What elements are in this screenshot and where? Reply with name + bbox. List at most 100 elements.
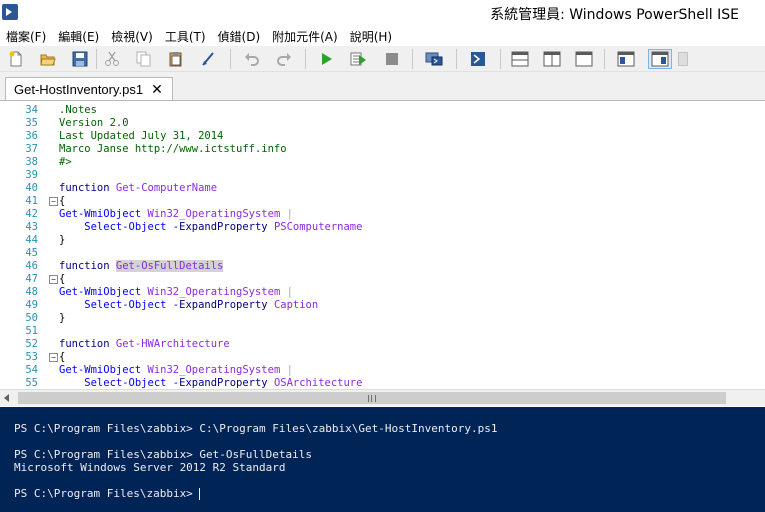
code-line[interactable]: 54 Get-WmiObject Win32_OperatingSystem |	[0, 364, 765, 377]
collapse-icon[interactable]: −	[49, 197, 58, 206]
menu-addons[interactable]: 附加元件(A)	[266, 28, 344, 45]
redo-icon[interactable]	[274, 49, 294, 69]
line-number: 38	[25, 156, 38, 168]
window-title: 系統管理員: Windows PowerShell ISE	[490, 7, 739, 23]
show-command-addon-icon[interactable]	[648, 49, 672, 69]
line-number: 48	[25, 286, 38, 298]
tab-strip: Get-HostInventory.ps1 ✕	[0, 72, 765, 101]
code-text: Get-WmiObject Win32_OperatingSystem |	[59, 208, 293, 221]
code-token: Marco Janse http://www.ictstuff.info	[59, 143, 287, 155]
line-number: 41	[25, 195, 38, 207]
clear-console-icon[interactable]	[198, 49, 218, 69]
code-line[interactable]: 34 .Notes	[0, 104, 765, 117]
code-line[interactable]: 52 function Get-HWArchitecture	[0, 338, 765, 351]
code-line[interactable]: 38 #>	[0, 156, 765, 169]
code-text: .Notes	[59, 104, 97, 117]
powershell-icon[interactable]	[2, 4, 18, 20]
code-text: {	[59, 351, 65, 364]
tab-get-hostinventory[interactable]: Get-HostInventory.ps1 ✕	[5, 77, 173, 101]
horizontal-scrollbar[interactable]	[0, 389, 765, 406]
stop-icon[interactable]	[382, 49, 402, 69]
scroll-left-icon[interactable]	[4, 394, 9, 402]
code-text: Version 2.0	[59, 117, 129, 130]
collapse-icon[interactable]: −	[49, 353, 58, 362]
code-token: Win32_OperatingSystem	[147, 208, 281, 220]
show-script-pane-top-icon[interactable]	[510, 49, 530, 69]
cut-icon[interactable]	[102, 49, 122, 69]
console-line: PS C:\Program Files\zabbix> Get-OsFullDe…	[14, 448, 313, 461]
line-number: 47	[25, 273, 38, 285]
code-line[interactable]: 43 Select-Object -ExpandProperty PSCompu…	[0, 221, 765, 234]
code-token: {	[59, 195, 66, 207]
open-icon[interactable]	[38, 49, 58, 69]
remote-powershell-icon[interactable]	[424, 49, 444, 69]
code-line[interactable]: 35 Version 2.0	[0, 117, 765, 130]
code-token: Get-ComputerName	[115, 182, 218, 194]
code-line[interactable]: 47 −{	[0, 273, 765, 286]
line-number: 54	[25, 364, 38, 376]
run-icon[interactable]	[316, 49, 336, 69]
code-line[interactable]: 37 Marco Janse http://www.ictstuff.info	[0, 143, 765, 156]
code-line[interactable]: 44}	[0, 234, 765, 247]
code-text: }	[59, 234, 65, 247]
code-line[interactable]: 48 Get-WmiObject Win32_OperatingSystem |	[0, 286, 765, 299]
code-token: Select-Object	[59, 377, 173, 389]
code-text: Last Updated July 31, 2014	[59, 130, 223, 143]
run-selection-icon[interactable]	[348, 49, 368, 69]
code-line[interactable]: 51	[0, 325, 765, 338]
code-token: Last Updated July 31, 2014	[59, 130, 224, 142]
tab-label: Get-HostInventory.ps1	[14, 82, 144, 97]
menu-debug[interactable]: 偵錯(D)	[212, 28, 267, 45]
code-line[interactable]: 53 −{	[0, 351, 765, 364]
code-line[interactable]: 42 Get-WmiObject Win32_OperatingSystem |	[0, 208, 765, 221]
close-icon[interactable]: ✕	[151, 83, 163, 97]
paste-icon[interactable]	[166, 49, 186, 69]
show-script-pane-right-icon[interactable]	[542, 49, 562, 69]
line-number: 42	[25, 208, 38, 220]
code-line[interactable]: 46 function Get-OsFullDetails	[0, 260, 765, 273]
line-number: 34	[25, 104, 38, 116]
code-token: #>	[59, 156, 72, 168]
code-token: Version 2.0	[59, 117, 129, 129]
code-token: Get-WmiObject	[59, 208, 148, 220]
console-line: PS C:\Program Files\zabbix> C:\Program F…	[14, 422, 498, 435]
code-line[interactable]: 50}	[0, 312, 765, 325]
code-token: }	[59, 312, 66, 324]
code-text: Select-Object -ExpandProperty PSComputer…	[59, 221, 362, 234]
code-token: Caption	[273, 299, 319, 311]
new-icon[interactable]	[6, 49, 26, 69]
save-icon[interactable]	[70, 49, 90, 69]
code-token: Get-HWArchitecture	[115, 338, 230, 350]
script-editor[interactable]: 34 .Notes 35 Version 2.0 36 Last Updated July…	[0, 100, 765, 390]
title-bar: 系統管理員: Windows PowerShell ISE	[0, 0, 765, 26]
show-command-window-icon[interactable]	[616, 49, 636, 69]
show-script-pane-maximized-icon[interactable]	[574, 49, 594, 69]
menu-edit[interactable]: 編輯(E)	[52, 28, 105, 45]
menu-help[interactable]: 說明(H)	[344, 28, 398, 45]
toolbar-overflow[interactable]	[678, 52, 688, 66]
code-line[interactable]: 41 −{	[0, 195, 765, 208]
code-line[interactable]: 45	[0, 247, 765, 260]
code-line[interactable]: 36 Last Updated July 31, 2014	[0, 130, 765, 143]
menu-view[interactable]: 檢視(V)	[105, 28, 159, 45]
console-pane[interactable]: PS C:\Program Files\zabbix> C:\Program F…	[0, 407, 765, 512]
menu-tools[interactable]: 工具(T)	[159, 28, 212, 45]
copy-icon[interactable]	[134, 49, 154, 69]
code-line[interactable]: 40 function Get-ComputerName	[0, 182, 765, 195]
line-number: 53	[25, 351, 38, 363]
code-text: function Get-OsFullDetails	[59, 260, 224, 273]
code-line[interactable]: 39	[0, 169, 765, 182]
console-line: PS C:\Program Files\zabbix>	[14, 487, 201, 500]
code-token: .Notes	[59, 104, 97, 116]
undo-icon[interactable]	[242, 49, 262, 69]
code-token: Select-Object	[59, 299, 173, 311]
code-token: function	[59, 338, 116, 350]
code-line[interactable]: 49 Select-Object -ExpandProperty Caption	[0, 299, 765, 312]
code-token: PSComputername	[273, 221, 363, 233]
code-token: Get-WmiObject	[59, 364, 148, 376]
collapse-icon[interactable]: −	[49, 275, 58, 284]
menu-file[interactable]: 檔案(F)	[0, 28, 52, 45]
code-text: function Get-HWArchitecture	[59, 338, 230, 351]
start-powershell-icon[interactable]	[468, 49, 488, 69]
code-text: Select-Object -ExpandProperty Caption	[59, 299, 318, 312]
